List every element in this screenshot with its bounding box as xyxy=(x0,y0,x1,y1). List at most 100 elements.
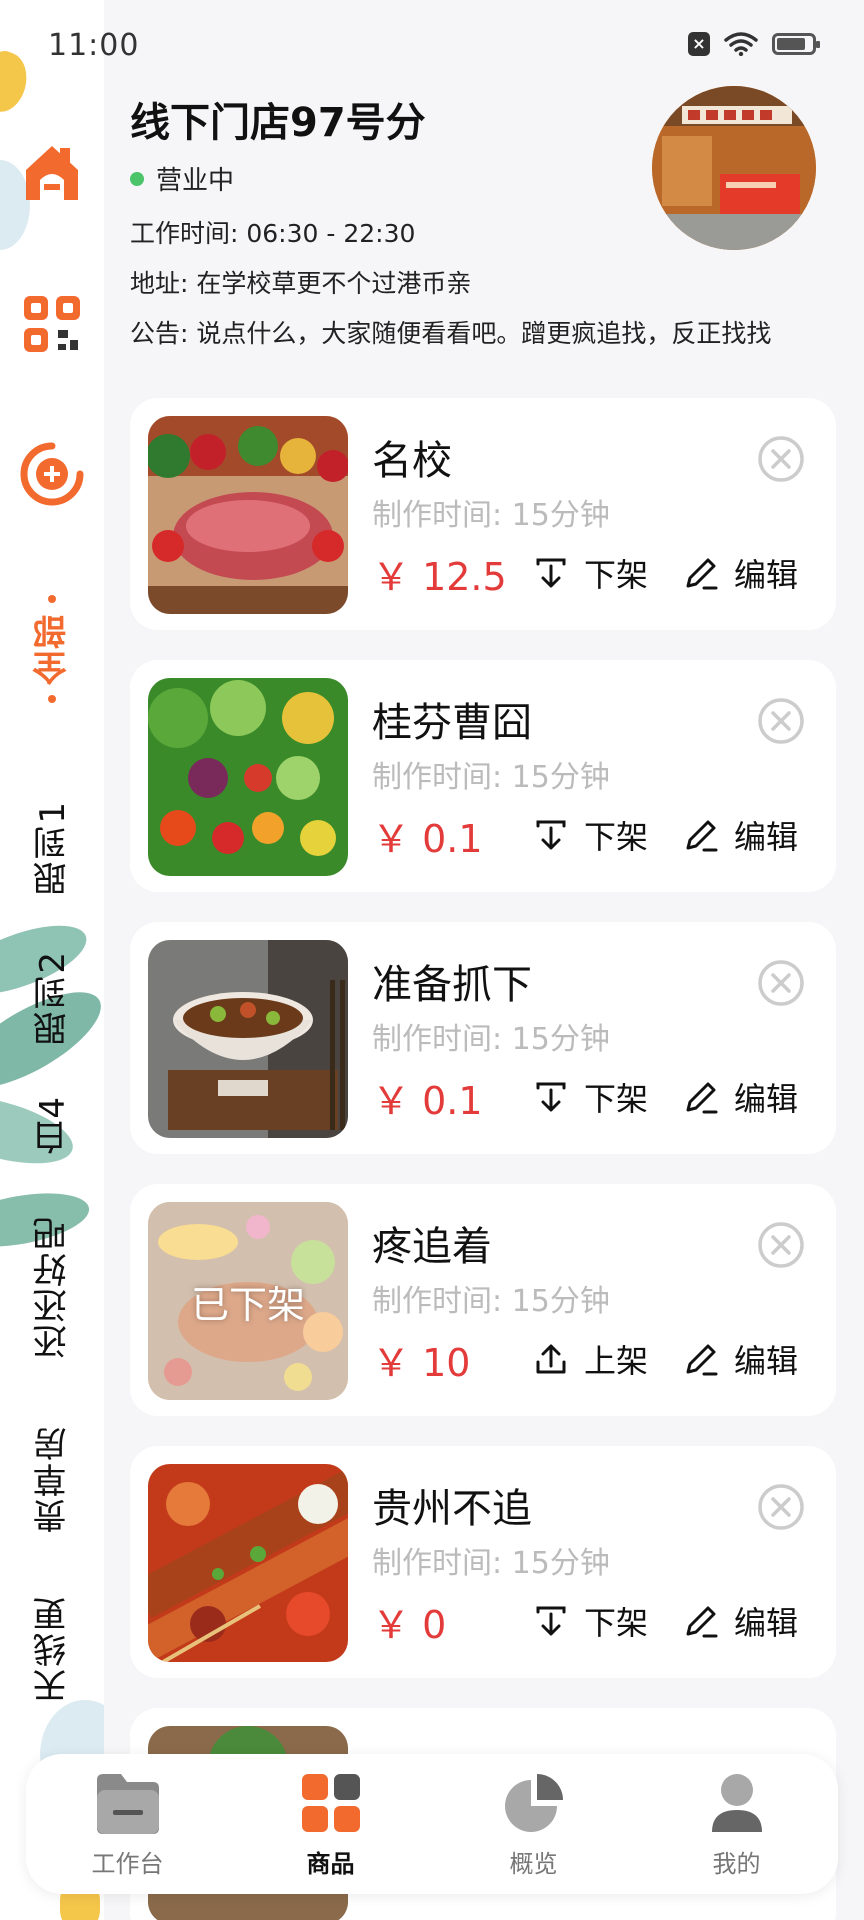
edit-label: 编辑 xyxy=(734,818,799,856)
edit-label: 编辑 xyxy=(734,1080,799,1118)
pencil-icon xyxy=(686,1606,718,1638)
edit-label: 编辑 xyxy=(734,1342,799,1380)
pencil-icon xyxy=(686,820,718,852)
tab-mine[interactable]: 我的 xyxy=(635,1754,838,1894)
status-dot-icon xyxy=(130,171,144,186)
product-card[interactable]: 桂芬曹囧 制作时间: 15分钟 ￥ 0.1 下架 编辑 xyxy=(130,660,836,892)
product-image xyxy=(148,678,348,876)
product-image xyxy=(148,416,348,614)
pencil-icon xyxy=(686,1082,718,1114)
category-label: 还还好吧 xyxy=(32,1215,73,1359)
shelf-action-label: 下架 xyxy=(584,1080,649,1118)
user-icon xyxy=(711,1773,762,1832)
put-on-shelf-button[interactable]: 上架 xyxy=(532,1336,648,1382)
product-prep-time: 制作时间: 15分钟 xyxy=(372,1284,610,1319)
edit-button[interactable]: 编辑 xyxy=(682,812,798,858)
category-item[interactable]: 还还好吧 xyxy=(30,1215,74,1359)
pie-chart-icon xyxy=(504,1773,563,1832)
shelf-action-label: 下架 xyxy=(584,818,649,856)
product-card[interactable]: 已下架 疼追着 制作时间: 15分钟 ￥ 10 上架 编辑 xyxy=(130,1184,836,1416)
category-label: 全部 xyxy=(32,613,73,685)
download-tray-icon xyxy=(536,558,566,588)
category-item[interactable]: 白4 xyxy=(30,1095,74,1155)
tab-workbench[interactable]: 工作台 xyxy=(26,1754,229,1894)
off-shelf-overlay: 已下架 xyxy=(148,1202,348,1400)
store-address: 地址: 在学校草更不个过港币亲 xyxy=(130,269,472,298)
edit-button[interactable]: 编辑 xyxy=(682,1336,798,1382)
pencil-icon xyxy=(686,1344,718,1376)
store-status-text: 营业中 xyxy=(156,166,235,196)
store-avatar[interactable] xyxy=(652,86,816,250)
off-shelf-label: 已下架 xyxy=(190,1282,305,1327)
product-price: ￥ 0.1 xyxy=(372,817,483,861)
shelf-action-label: 下架 xyxy=(584,1604,649,1642)
product-price: ￥ 0 xyxy=(372,1603,447,1647)
edit-label: 编辑 xyxy=(734,556,799,594)
add-circle-icon[interactable] xyxy=(18,440,86,508)
category-label: 天线更 xyxy=(32,1595,73,1703)
qr-code-icon[interactable] xyxy=(18,290,86,358)
bottom-tab-bar: 工作台 商品 概览 我的 xyxy=(26,1754,838,1894)
product-image xyxy=(148,940,348,1138)
wifi-icon xyxy=(724,32,758,56)
product-name: 贵州不追 xyxy=(372,1486,532,1532)
product-card[interactable]: 贵州不追 制作时间: 15分钟 ￥ 0 下架 编辑 xyxy=(130,1446,836,1678)
edit-button[interactable]: 编辑 xyxy=(682,1074,798,1120)
download-tray-icon xyxy=(536,820,566,850)
active-indicator-dot xyxy=(48,595,56,603)
grid-icon xyxy=(301,1773,360,1832)
take-off-shelf-button[interactable]: 下架 xyxy=(532,812,648,858)
active-indicator-dot xyxy=(48,695,56,703)
tab-overview[interactable]: 概览 xyxy=(432,1754,635,1894)
close-circle-icon[interactable] xyxy=(756,1482,806,1532)
tab-label: 概览 xyxy=(509,1849,558,1878)
category-item[interactable]: 贵草房 xyxy=(30,1425,74,1533)
edit-label: 编辑 xyxy=(734,1604,799,1642)
tab-label: 商品 xyxy=(306,1849,355,1878)
product-image: 已下架 xyxy=(148,1202,348,1400)
product-price: ￥ 0.1 xyxy=(372,1079,483,1123)
category-all[interactable]: 全部 xyxy=(30,585,74,713)
folder-icon xyxy=(96,1773,159,1834)
take-off-shelf-button[interactable]: 下架 xyxy=(532,1598,648,1644)
category-label: 白4 xyxy=(32,1095,73,1155)
category-item[interactable]: 天线更 xyxy=(30,1595,74,1703)
product-prep-time: 制作时间: 15分钟 xyxy=(372,1022,610,1057)
tab-label: 我的 xyxy=(712,1849,761,1878)
product-name: 疼追着 xyxy=(372,1224,492,1270)
close-circle-icon[interactable] xyxy=(756,434,806,484)
take-off-shelf-button[interactable]: 下架 xyxy=(532,1074,648,1120)
product-name: 桂芬曹囧 xyxy=(372,700,532,746)
category-label: 贵草房 xyxy=(32,1425,73,1533)
edit-button[interactable]: 编辑 xyxy=(682,1598,798,1644)
edit-button[interactable]: 编辑 xyxy=(682,550,798,596)
download-tray-icon xyxy=(536,1082,566,1112)
shelf-action-label: 上架 xyxy=(584,1342,649,1380)
product-card[interactable]: 名校 制作时间: 15分钟 ￥ 12.5 下架 编辑 xyxy=(130,398,836,630)
status-time: 11:00 xyxy=(48,28,140,63)
product-card[interactable]: 准备抓下 制作时间: 15分钟 ￥ 0.1 下架 编辑 xyxy=(130,922,836,1154)
product-image xyxy=(148,1464,348,1662)
store-notice: 公告: 说点什么，大家随便看看吧。蹭更疯追找，反正找找 xyxy=(130,319,772,348)
product-prep-time: 制作时间: 15分钟 xyxy=(372,760,610,795)
product-name: 准备抓下 xyxy=(372,962,532,1008)
shelf-action-label: 下架 xyxy=(584,556,649,594)
close-circle-icon[interactable] xyxy=(756,1220,806,1270)
product-name: 名校 xyxy=(372,438,452,484)
product-prep-time: 制作时间: 15分钟 xyxy=(372,498,610,533)
tab-products[interactable]: 商品 xyxy=(229,1754,432,1894)
store-status: 营业中 xyxy=(130,160,234,197)
take-off-shelf-button[interactable]: 下架 xyxy=(532,550,648,596)
home-icon[interactable] xyxy=(18,138,86,206)
download-tray-icon xyxy=(536,1606,566,1636)
product-price: ￥ 12.5 xyxy=(372,555,507,599)
category-item[interactable]: 跟到2 xyxy=(30,950,74,1046)
product-price: ￥ 10 xyxy=(372,1341,471,1385)
tab-label: 工作台 xyxy=(91,1849,164,1878)
product-prep-time: 制作时间: 15分钟 xyxy=(372,1546,610,1581)
category-item[interactable]: 跟到1 xyxy=(30,800,74,896)
left-sidebar: 全部 跟到1 跟到2 白4 还还好吧 贵草房 天线更 xyxy=(0,0,104,1920)
store-name: 线下门店97号分 xyxy=(130,100,426,146)
close-circle-icon[interactable] xyxy=(756,696,806,746)
close-circle-icon[interactable] xyxy=(756,958,806,1008)
